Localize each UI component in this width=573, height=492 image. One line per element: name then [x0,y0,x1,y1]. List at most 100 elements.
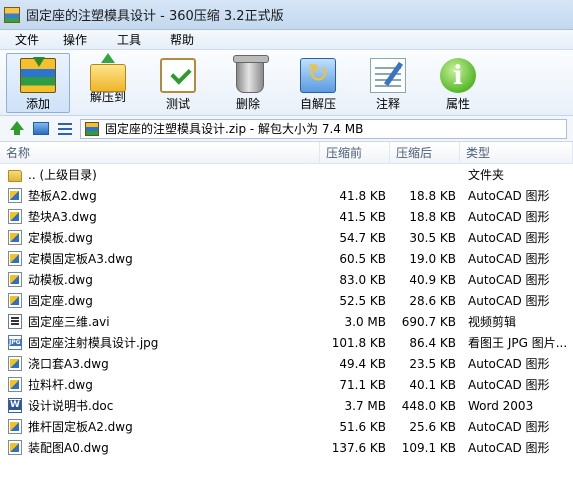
file-type: 看图王 JPG 图片... [468,336,568,350]
jpg-file-icon [8,335,22,350]
file-row[interactable]: 固定座.dwg 52.5 KB 28.6 KB AutoCAD 图形 [0,290,573,311]
list-view-button[interactable] [56,120,74,138]
add-label: 添加 [25,97,50,111]
file-size-before: 54.7 KB [339,230,386,245]
file-type: AutoCAD 图形 [468,357,550,371]
file-row[interactable]: 动模板.dwg 83.0 KB 40.9 KB AutoCAD 图形 [0,269,573,290]
column-header-original[interactable]: 压缩后 [390,142,460,163]
file-name: 固定座.dwg [28,294,93,308]
file-size-before: 49.4 KB [339,356,386,371]
title-bar: 固定座的注塑模具设计 - 360压缩 3.2正式版 [0,0,573,30]
file-name-cell: 拉料杆.dwg [0,376,320,393]
extract-to-icon [90,53,126,92]
thumbnail-view-icon [33,122,49,135]
sfx-label: 自解压 [299,97,336,111]
file-size-after: 40.9 KB [409,272,456,287]
file-type: AutoCAD 图形 [468,441,550,455]
dwg-file-icon [8,356,22,371]
up-arrow-icon [10,121,24,135]
column-header-name[interactable]: 名称 [0,142,320,163]
delete-button[interactable]: 删除 [216,53,280,113]
file-name: 固定座三维.avi [28,315,110,329]
dwg-file-icon [8,272,22,287]
archive-window: 固定座的注塑模具设计 - 360压缩 3.2正式版 文件 操作 工具 帮助 添加… [0,0,573,492]
file-row[interactable]: 浇口套A3.dwg 49.4 KB 23.5 KB AutoCAD 图形 [0,353,573,374]
file-row[interactable]: 定模板.dwg 54.7 KB 30.5 KB AutoCAD 图形 [0,227,573,248]
file-row[interactable]: .. (上级目录) 文件夹 [0,164,573,185]
add-archive-icon [20,57,56,93]
file-name-cell: 固定座.dwg [0,292,320,309]
dwg-file-icon [8,419,22,434]
column-header-compressed[interactable]: 压缩前 [320,142,390,163]
file-row[interactable]: 垫块A3.dwg 41.5 KB 18.8 KB AutoCAD 图形 [0,206,573,227]
thumbnail-view-button[interactable] [32,120,50,138]
file-type: AutoCAD 图形 [468,210,550,224]
file-size-after: 109.1 KB [401,440,456,455]
file-row[interactable]: 装配图A0.dwg 137.6 KB 109.1 KB AutoCAD 图形 [0,437,573,458]
extract-to-button[interactable]: 解压到 [76,53,140,113]
file-name: 推杆固定板A2.dwg [28,420,133,434]
menu-bar: 文件 操作 工具 帮助 [0,30,573,50]
file-size-after: 448.0 KB [401,398,456,413]
comment-icon [370,58,406,93]
sfx-icon [300,58,336,93]
folder-icon [8,169,22,182]
file-name: 浇口套A3.dwg [28,357,109,371]
file-name: 拉料杆.dwg [28,378,93,392]
address-bar: 固定座的注塑模具设计.zip - 解包大小为 7.4 MB [0,116,573,142]
file-type: 视频剪辑 [468,315,517,329]
menu-operation[interactable]: 操作 [44,31,106,48]
list-view-icon [58,122,72,135]
file-type: 文件夹 [468,168,505,182]
menu-help[interactable]: 帮助 [152,31,212,48]
file-row[interactable]: 设计说明书.doc 3.7 MB 448.0 KB Word 2003 [0,395,573,416]
file-row[interactable]: 垫板A2.dwg 41.8 KB 18.8 KB AutoCAD 图形 [0,185,573,206]
file-name: 定模固定板A3.dwg [28,252,133,266]
up-level-button[interactable] [8,120,26,138]
file-size-after: 28.6 KB [409,293,456,308]
file-size-after: 18.8 KB [409,188,456,203]
file-size-after: 40.1 KB [409,377,456,392]
sfx-button[interactable]: 自解压 [286,53,350,113]
dwg-file-icon [8,230,22,245]
file-type: AutoCAD 图形 [468,189,550,203]
file-name-cell: 装配图A0.dwg [0,439,320,456]
file-name-cell: 动模板.dwg [0,271,320,288]
file-row[interactable]: 推杆固定板A2.dwg 51.6 KB 25.6 KB AutoCAD 图形 [0,416,573,437]
file-size-after: 86.4 KB [409,335,456,350]
file-rows: .. (上级目录) 文件夹 垫板A2.dwg 41.8 KB 18.8 KB AutoCA… [0,164,573,458]
comment-button[interactable]: 注释 [356,53,420,113]
menu-file[interactable]: 文件 [10,31,44,48]
file-size-before: 101.8 KB [331,335,386,350]
file-size-before: 41.5 KB [339,209,386,224]
file-size-before: 3.7 MB [344,398,386,413]
test-button[interactable]: 测试 [146,53,210,113]
file-name: 定模板.dwg [28,231,93,245]
properties-icon [440,58,476,93]
file-name-cell: 定模板.dwg [0,229,320,246]
file-row[interactable]: 固定座三维.avi 3.0 MB 690.7 KB 视频剪辑 [0,311,573,332]
delete-icon [233,55,269,93]
file-name-cell: 定模固定板A3.dwg [0,250,320,267]
file-size-after: 18.8 KB [409,209,456,224]
properties-button[interactable]: 属性 [426,53,490,113]
file-size-before: 3.0 MB [344,314,386,329]
dwg-file-icon [8,188,22,203]
dwg-file-icon [8,293,22,308]
file-name-cell: 固定座注射模具设计.jpg [0,334,320,351]
file-row[interactable]: 拉料杆.dwg 71.1 KB 40.1 KB AutoCAD 图形 [0,374,573,395]
file-row[interactable]: 固定座注射模具设计.jpg 101.8 KB 86.4 KB 看图王 JPG 图片..… [0,332,573,353]
column-header-type[interactable]: 类型 [460,142,573,163]
address-field[interactable]: 固定座的注塑模具设计.zip - 解包大小为 7.4 MB [80,118,567,139]
file-name-cell: 垫块A3.dwg [0,208,320,225]
file-type: AutoCAD 图形 [468,252,550,266]
file-size-after: 25.6 KB [409,419,456,434]
add-button[interactable]: 添加 [6,53,70,113]
file-name-cell: 浇口套A3.dwg [0,355,320,372]
file-row[interactable]: 定模固定板A3.dwg 60.5 KB 19.0 KB AutoCAD 图形 [0,248,573,269]
file-size-before: 83.0 KB [339,272,386,287]
word-doc-icon [8,398,22,413]
file-name: 设计说明书.doc [28,399,114,413]
menu-tools[interactable]: 工具 [106,31,152,48]
file-size-before: 60.5 KB [339,251,386,266]
